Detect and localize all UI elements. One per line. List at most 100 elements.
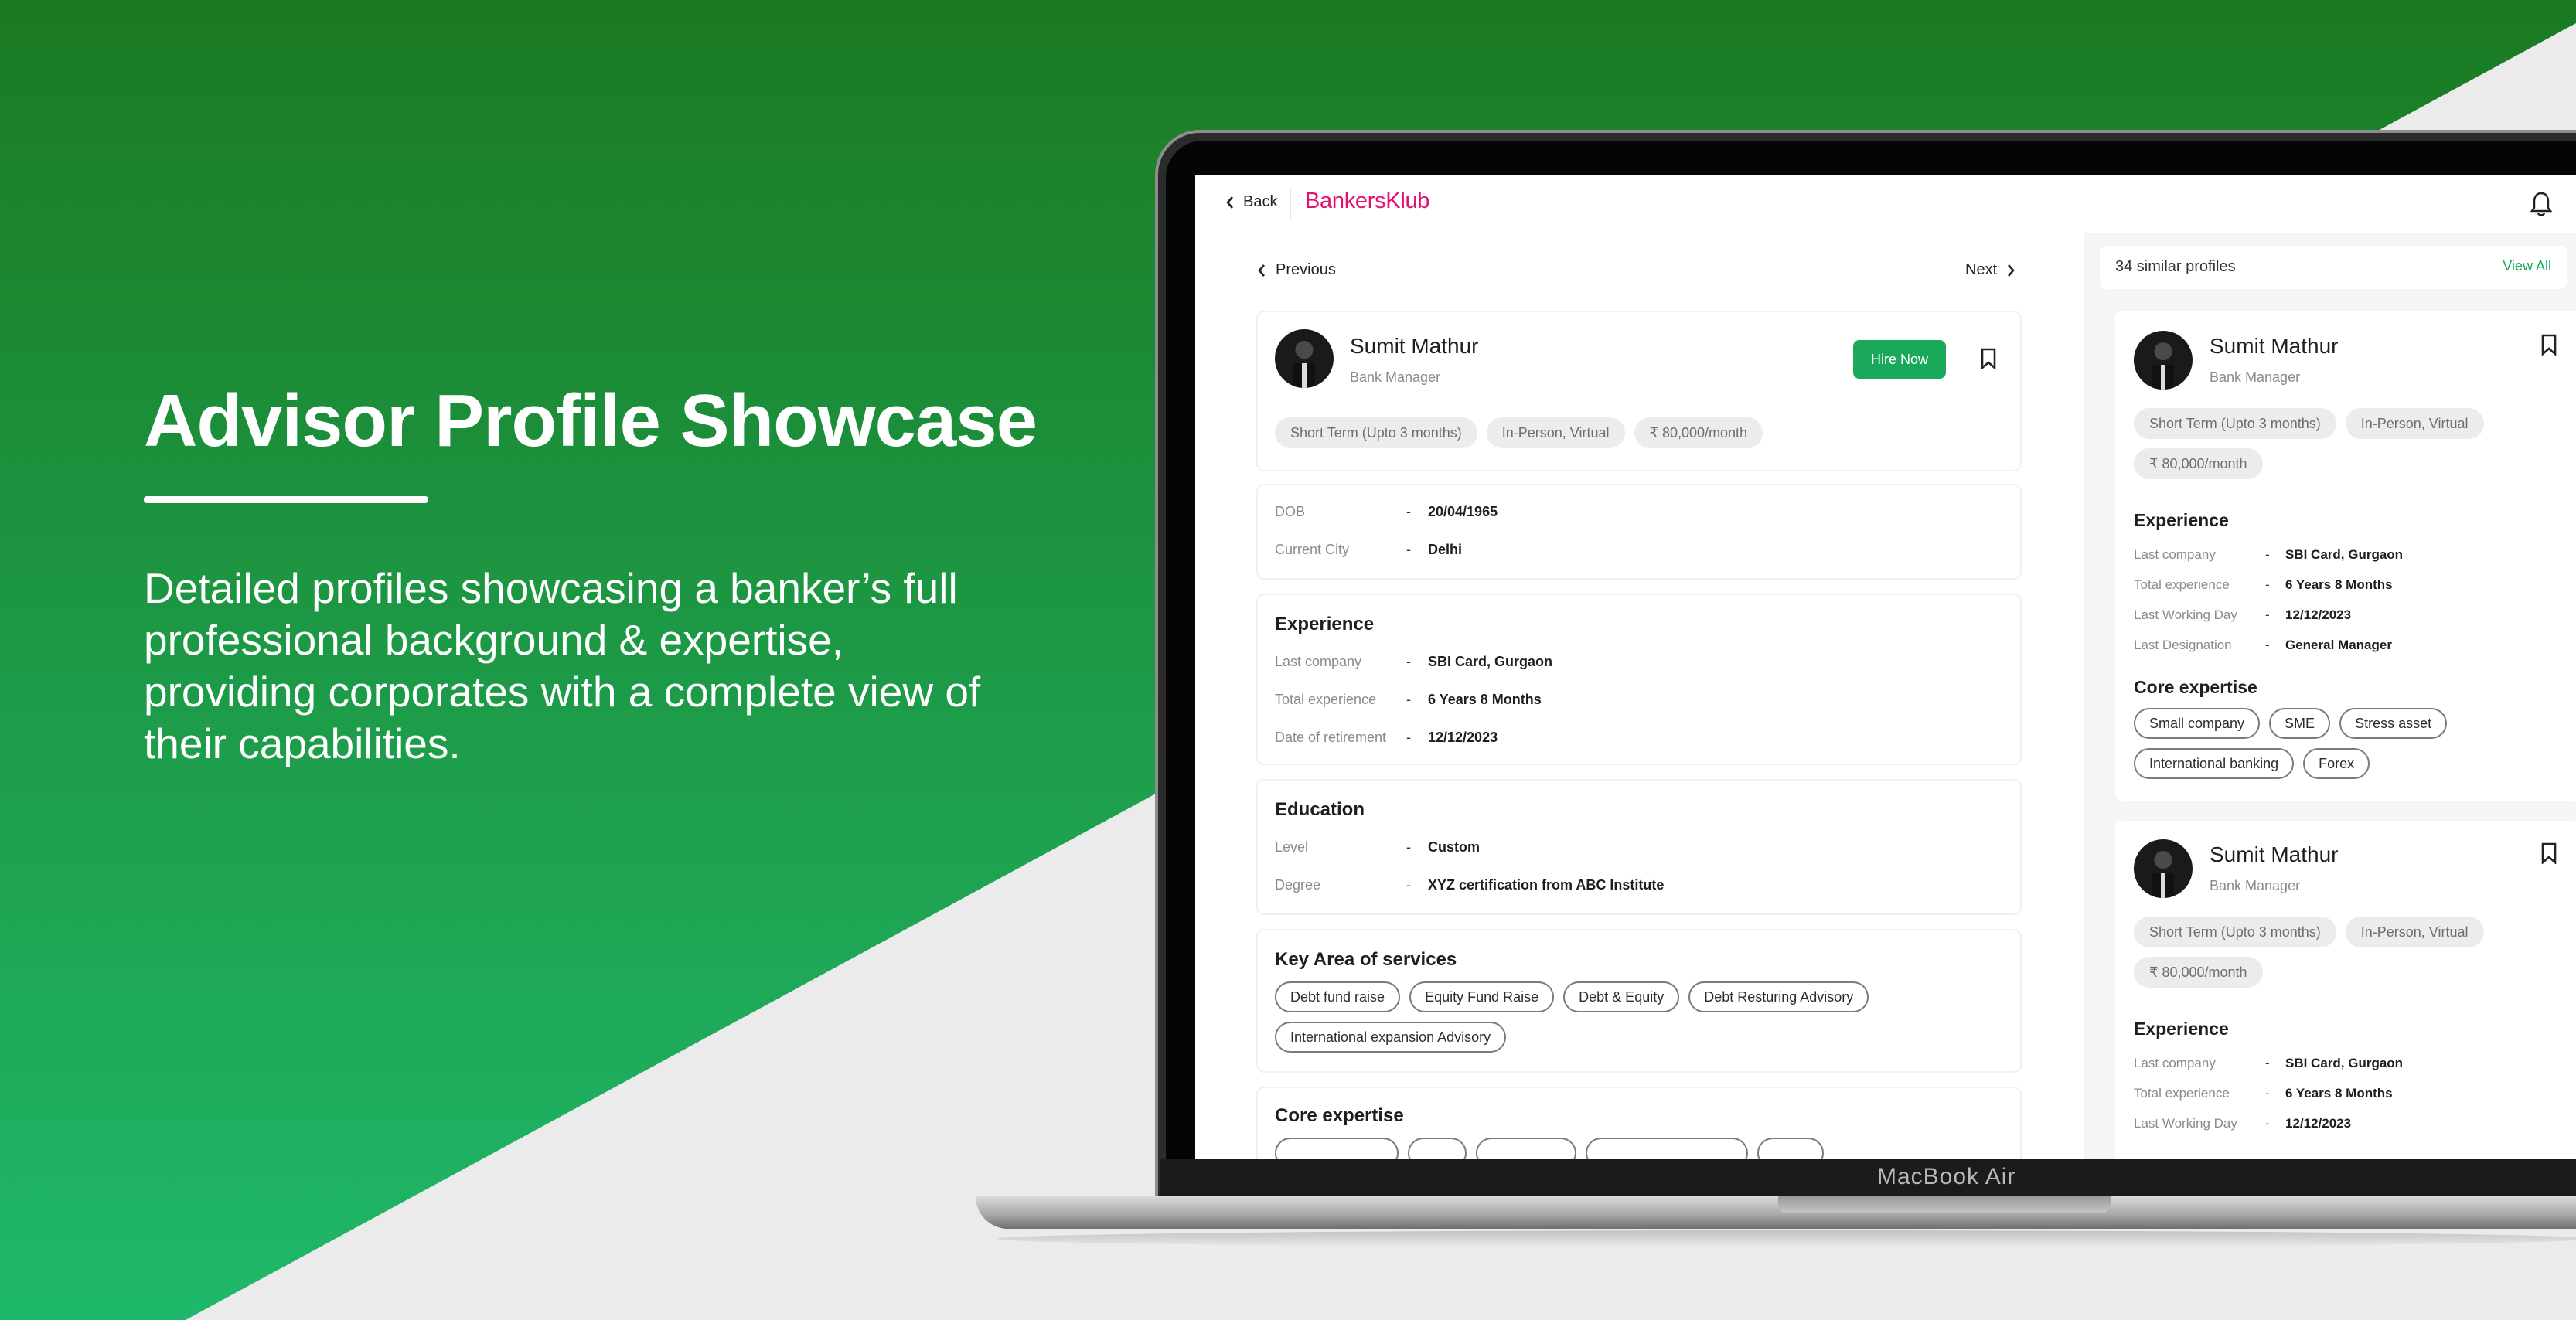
tag-rate: ₹ 80,000/month — [2134, 957, 2263, 988]
next-label: Next — [1965, 261, 1998, 278]
brand-logo[interactable]: BankersKlub — [1305, 189, 1429, 214]
similar-name: Sumit Mathur — [2210, 334, 2339, 358]
kv-value: SBI Card, Gurgaon — [2285, 1056, 2404, 1070]
kv-sep: - — [1406, 839, 1411, 855]
similar-count: 34 similar profiles — [2115, 258, 2236, 275]
bookmark-icon[interactable] — [1980, 348, 1997, 369]
kv-value: Custom — [1428, 839, 1480, 855]
experience-title: Experience — [2134, 1019, 2229, 1039]
tag-rate: ₹ 80,000/month — [2134, 448, 2263, 479]
services-card: Key Area of services Debt fund raise Equ… — [1256, 929, 2022, 1073]
kv-key: DOB — [1275, 504, 1306, 519]
laptop-hinge — [1160, 1159, 2576, 1196]
hero-underline — [144, 496, 428, 503]
similar-name: Sumit Mathur — [2210, 842, 2339, 866]
kv-sep: - — [2265, 547, 2270, 562]
kv-key: Last Working Day — [2134, 1116, 2237, 1131]
similar-role: Bank Manager — [2210, 369, 2301, 385]
tag-rate: ₹ 80,000/month — [1634, 417, 1763, 448]
kv-row: Level - Custom — [1275, 839, 1480, 856]
core-expertise-title: Core expertise — [2134, 677, 2257, 697]
kv-sep: - — [2265, 1086, 2270, 1101]
avatar — [2134, 839, 2193, 898]
core-tag — [1476, 1138, 1576, 1159]
chevron-left-icon — [1258, 264, 1265, 277]
kv-sep: - — [2265, 1116, 2270, 1131]
core-tag — [1408, 1138, 1467, 1159]
previous-label: Previous — [1276, 261, 1336, 278]
kv-row: Last Working Day -12/12/2023 — [2134, 607, 2351, 623]
laptop-shadow — [997, 1230, 2576, 1247]
back-label: Back — [1243, 193, 1278, 210]
core-expertise-tags: Small company SME Stress asset Internati… — [2134, 708, 2458, 779]
avatar — [2134, 331, 2193, 390]
kv-value: 6 Years 8 Months — [1428, 692, 1542, 707]
kv-sep: - — [1406, 877, 1411, 893]
bookmark-icon[interactable] — [2540, 842, 2557, 864]
laptop-base — [976, 1196, 2576, 1229]
profile-main: Previous Next Sumit Mathur Bank Manager … — [1195, 233, 2084, 1159]
kv-sep: - — [2265, 607, 2270, 622]
kv-key: Total experience — [1275, 692, 1377, 707]
kv-value: 12/12/2023 — [2285, 1116, 2352, 1131]
core-tag — [1275, 1138, 1399, 1159]
similar-tags: Short Term (Upto 3 months) In-Person, Vi… — [2134, 408, 2536, 479]
service-tag: International expansion Advisory — [1275, 1022, 1507, 1053]
kv-row: Last Working Day -12/12/2023 — [2134, 1116, 2351, 1131]
chevron-right-icon — [2008, 264, 2015, 277]
profile-tags: Short Term (Upto 3 months) In-Person, Vi… — [1275, 417, 1763, 448]
tag-duration: Short Term (Upto 3 months) — [1275, 417, 1477, 448]
kv-key: Last company — [2134, 547, 2216, 562]
kv-sep: - — [2265, 638, 2270, 652]
avatar — [1275, 329, 1334, 388]
view-all-link[interactable]: View All — [2503, 258, 2551, 274]
previous-button[interactable]: Previous — [1257, 261, 1336, 279]
kv-key: Degree — [1275, 877, 1321, 893]
kv-row: Date of retirement - 12/12/2023 — [1275, 730, 1498, 746]
core-tag — [1757, 1138, 1824, 1159]
kv-sep: - — [2265, 1056, 2270, 1070]
kv-row: Last Designation - General Manager — [2134, 638, 2392, 653]
core-tag: Stress asset — [2339, 708, 2448, 739]
kv-row: Degree - XYZ certification from ABC Instit… — [1275, 877, 1664, 893]
kv-value: SBI Card, Gurgaon — [2285, 547, 2404, 562]
kv-row: Total experience - 6 Years 8 Months — [1275, 692, 1542, 708]
device-label: MacBook Air — [1877, 1164, 2016, 1189]
profile-card: Sumit Mathur Bank Manager Hire Now Short… — [1256, 311, 2022, 471]
tag-duration: Short Term (Upto 3 months) — [2134, 917, 2336, 947]
kv-value: Delhi — [1428, 542, 1463, 557]
bookmark-icon[interactable] — [2540, 334, 2557, 356]
hire-now-button[interactable]: Hire Now — [1853, 340, 1946, 379]
kv-key: Current City — [1275, 542, 1350, 557]
similar-profile-card[interactable]: Sumit Mathur Bank Manager Short Term (Up… — [2115, 311, 2576, 801]
services-title: Key Area of services — [1275, 949, 1457, 970]
core-tag — [1586, 1138, 1748, 1159]
personal-card: DOB - 20/04/1965 Current City - Delhi — [1256, 484, 2022, 580]
service-tag: Equity Fund Raise — [1409, 981, 1555, 1012]
back-button[interactable]: Back — [1225, 193, 1277, 211]
kv-value: General Manager — [2285, 638, 2392, 652]
bell-icon[interactable] — [2528, 190, 2554, 218]
similar-profiles-panel: 34 similar profiles View All Sumit Mathu… — [2084, 233, 2576, 1159]
kv-row: Last company - SBI Card, Gurgaon — [2134, 547, 2403, 563]
tag-mode: In-Person, Virtual — [1486, 417, 1625, 448]
kv-sep: - — [1406, 692, 1411, 707]
education-title: Education — [1275, 799, 1365, 820]
kv-row: Last company - SBI Card, Gurgaon — [2134, 1056, 2403, 1071]
kv-value: 20/04/1965 — [1428, 504, 1498, 519]
service-tag: Debt fund raise — [1275, 981, 1401, 1012]
core-expertise-card: Core expertise — [1256, 1087, 2022, 1159]
kv-row: Current City - Delhi — [1275, 542, 1462, 558]
core-tag: SME — [2269, 708, 2331, 739]
profile-name: Sumit Mathur — [1350, 334, 1479, 358]
kv-value: SBI Card, Gurgaon — [1428, 654, 1553, 669]
next-button[interactable]: Next — [1965, 261, 2015, 279]
kv-value: 12/12/2023 — [1428, 730, 1498, 745]
kv-sep: - — [1406, 504, 1411, 519]
tag-mode: In-Person, Virtual — [2345, 917, 2484, 947]
kv-key: Last Designation — [2134, 638, 2232, 652]
kv-key: Total experience — [2134, 1086, 2230, 1101]
core-tag: Small company — [2134, 708, 2261, 739]
similar-profile-card[interactable]: Sumit Mathur Bank Manager Short Term (Up… — [2115, 821, 2576, 1159]
kv-key: Last Working Day — [2134, 607, 2237, 622]
